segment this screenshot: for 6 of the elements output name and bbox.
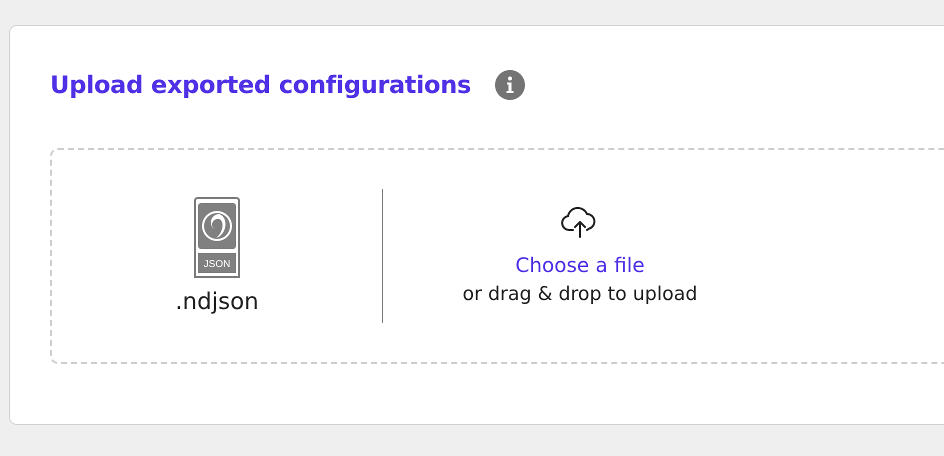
info-icon[interactable] — [495, 70, 525, 100]
drag-drop-hint: or drag & drop to upload — [462, 283, 698, 305]
choose-file-link[interactable]: Choose a file — [515, 253, 645, 277]
file-extension: .ndjson — [175, 289, 259, 315]
dropzone[interactable]: JSON .ndjson Choose a file or drag & drop to upload — [50, 148, 944, 364]
card-title: Upload exported configurations — [50, 71, 471, 99]
